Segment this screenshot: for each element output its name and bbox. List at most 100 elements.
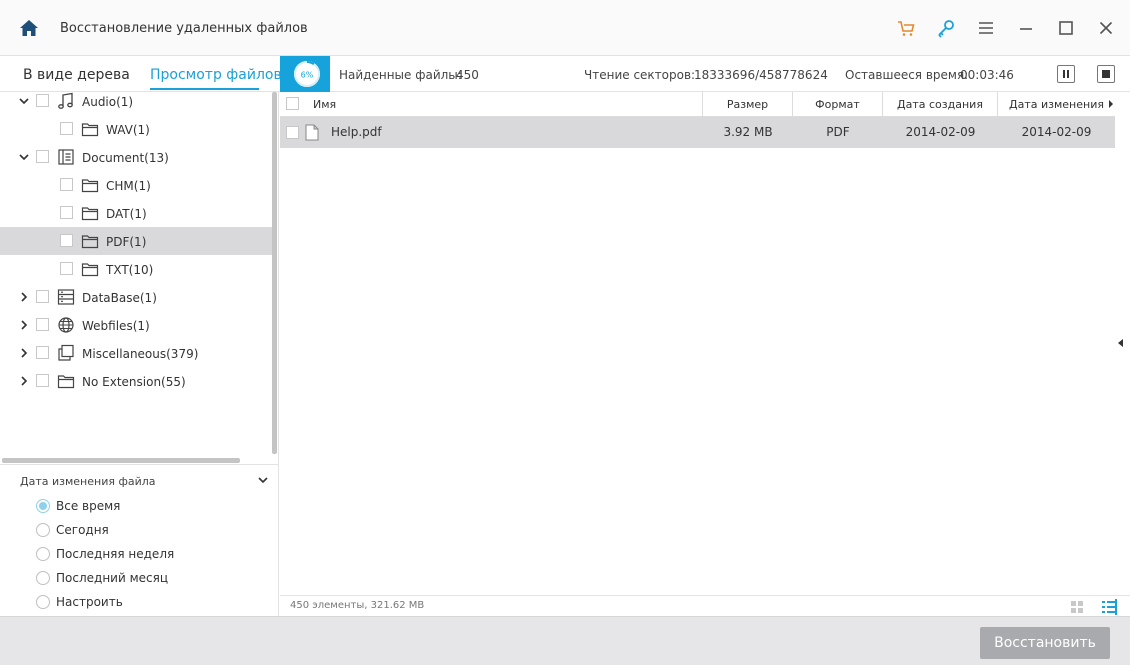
tree-checkbox[interactable] (36, 150, 49, 163)
key-icon[interactable] (936, 18, 956, 38)
maximize-icon[interactable] (1056, 18, 1076, 38)
chevron-right-icon[interactable] (19, 376, 29, 386)
database-icon (57, 289, 75, 305)
tree-item-txt[interactable]: TXT(10) (0, 255, 272, 283)
folder-icon (81, 123, 99, 137)
column-label: Дата создания (897, 98, 983, 111)
tree-item-miscellaneous[interactable]: Miscellaneous(379) (0, 339, 272, 367)
found-files-value: 450 (456, 68, 479, 82)
file-created: 2014-02-09 (905, 125, 976, 139)
cart-icon[interactable] (896, 18, 916, 38)
scan-progress: 6% (280, 56, 330, 92)
tree-item-label: DAT(1) (106, 207, 147, 221)
file-format: PDF (826, 125, 850, 139)
folder-icon (81, 207, 99, 221)
tree-item-label: Document(13) (82, 151, 169, 165)
tree-horizontal-scrollbar[interactable] (2, 458, 240, 463)
restore-button[interactable]: Восстановить (980, 627, 1110, 659)
tree-checkbox[interactable] (60, 122, 73, 135)
category-panel: Audio(1) WAV(1) Document(13) CHM(1) DAT(… (0, 92, 279, 616)
radio-button[interactable] (36, 595, 50, 609)
tree-item-dat[interactable]: DAT(1) (0, 199, 272, 227)
remaining-time-value: 00:03:46 (960, 68, 1014, 82)
radio-button[interactable] (36, 499, 50, 513)
home-icon[interactable] (19, 18, 39, 38)
column-name[interactable]: Имя (280, 92, 703, 117)
tab-tree-view[interactable]: В виде дерева (23, 67, 130, 83)
app-title: Восстановление удаленных файлов (60, 21, 308, 36)
tree-item-document[interactable]: Document(13) (0, 143, 272, 171)
row-checkbox[interactable] (286, 126, 299, 139)
tree-checkbox[interactable] (60, 262, 73, 275)
folder-icon (81, 179, 99, 193)
tree-checkbox[interactable] (36, 374, 49, 387)
tree-checkbox[interactable] (36, 318, 49, 331)
tree-checkbox[interactable] (60, 178, 73, 191)
tree-item-no-extension[interactable]: No Extension(55) (0, 367, 272, 395)
folder-icon (57, 375, 75, 389)
file-size: 3.92 MB (723, 125, 773, 139)
table-row[interactable]: Help.pdf 3.92 MB PDF 2014-02-09 2014-02-… (280, 117, 1115, 148)
tree-item-label: TXT(10) (106, 263, 154, 277)
chevron-right-icon[interactable] (19, 348, 29, 358)
sectors-label: Чтение секторов: (584, 68, 696, 82)
column-label: Имя (313, 98, 337, 111)
tree-checkbox[interactable] (60, 206, 73, 219)
tree-checkbox[interactable] (36, 290, 49, 303)
column-modified[interactable]: Дата изменения (998, 92, 1115, 117)
column-label: Формат (815, 98, 860, 111)
chevron-down-icon[interactable] (258, 475, 268, 485)
tree-checkbox[interactable] (36, 346, 49, 359)
scroll-right-icon[interactable] (1109, 100, 1113, 108)
grid-view-icon[interactable] (1069, 599, 1085, 615)
chevron-right-icon[interactable] (19, 320, 29, 330)
table-header: Имя Размер Формат Дата создания Дата изм… (280, 92, 1115, 117)
pause-button[interactable] (1057, 65, 1075, 83)
file-modified: 2014-02-09 (1021, 125, 1092, 139)
file-list-panel: Имя Размер Формат Дата создания Дата изм… (280, 92, 1130, 616)
tree-item-wav[interactable]: WAV(1) (0, 115, 272, 143)
tree-item-audio[interactable]: Audio(1) (0, 87, 272, 115)
filter-title: Дата изменения файла (20, 475, 156, 488)
tree-item-webfiles[interactable]: Webfiles(1) (0, 311, 272, 339)
chevron-right-icon[interactable] (19, 292, 29, 302)
column-size[interactable]: Размер (703, 92, 793, 117)
radio-label: Сегодня (56, 523, 109, 537)
sectors-value: 18333696/458778624 (694, 68, 828, 82)
chevron-down-icon[interactable] (19, 96, 29, 106)
tree-item-label: PDF(1) (106, 235, 147, 249)
remaining-time-label: Оставшееся время: (845, 68, 969, 82)
tree-item-chm[interactable]: CHM(1) (0, 171, 272, 199)
items-summary: 450 элементы, 321.62 MB (290, 600, 425, 611)
tree-item-pdf[interactable]: PDF(1) (0, 227, 272, 255)
globe-icon (58, 317, 74, 333)
radio-label: Последняя неделя (56, 547, 175, 561)
radio-button[interactable] (36, 523, 50, 537)
radio-button[interactable] (36, 547, 50, 561)
column-format[interactable]: Формат (793, 92, 883, 117)
list-view-icon[interactable] (1101, 599, 1117, 615)
tree-item-label: CHM(1) (106, 179, 151, 193)
tree-checkbox[interactable] (36, 94, 49, 107)
tab-file-view[interactable]: Просмотр файлов (150, 67, 282, 83)
minimize-icon[interactable] (1016, 18, 1036, 38)
radio-label: Последний месяц (56, 571, 168, 585)
date-filter-panel: Дата изменения файла Все время Сегодня П… (0, 464, 279, 616)
tree-item-label: DataBase(1) (82, 291, 157, 305)
close-icon[interactable] (1096, 18, 1116, 38)
tree-item-label: Miscellaneous(379) (82, 347, 199, 361)
select-all-checkbox[interactable] (286, 97, 299, 110)
file-name: Help.pdf (331, 125, 382, 139)
tree-item-database[interactable]: DataBase(1) (0, 283, 272, 311)
menu-icon[interactable] (976, 18, 996, 38)
list-footer: 450 элементы, 321.62 MB (280, 595, 1130, 616)
tree-vertical-scrollbar[interactable] (272, 92, 277, 454)
radio-button[interactable] (36, 571, 50, 585)
collapse-arrow-icon[interactable] (1118, 339, 1123, 347)
category-tree: Audio(1) WAV(1) Document(13) CHM(1) DAT(… (0, 92, 272, 462)
stop-button[interactable] (1097, 65, 1115, 83)
column-label: Размер (726, 98, 769, 111)
column-created[interactable]: Дата создания (883, 92, 998, 117)
tree-checkbox[interactable] (60, 234, 73, 247)
chevron-down-icon[interactable] (19, 152, 29, 162)
